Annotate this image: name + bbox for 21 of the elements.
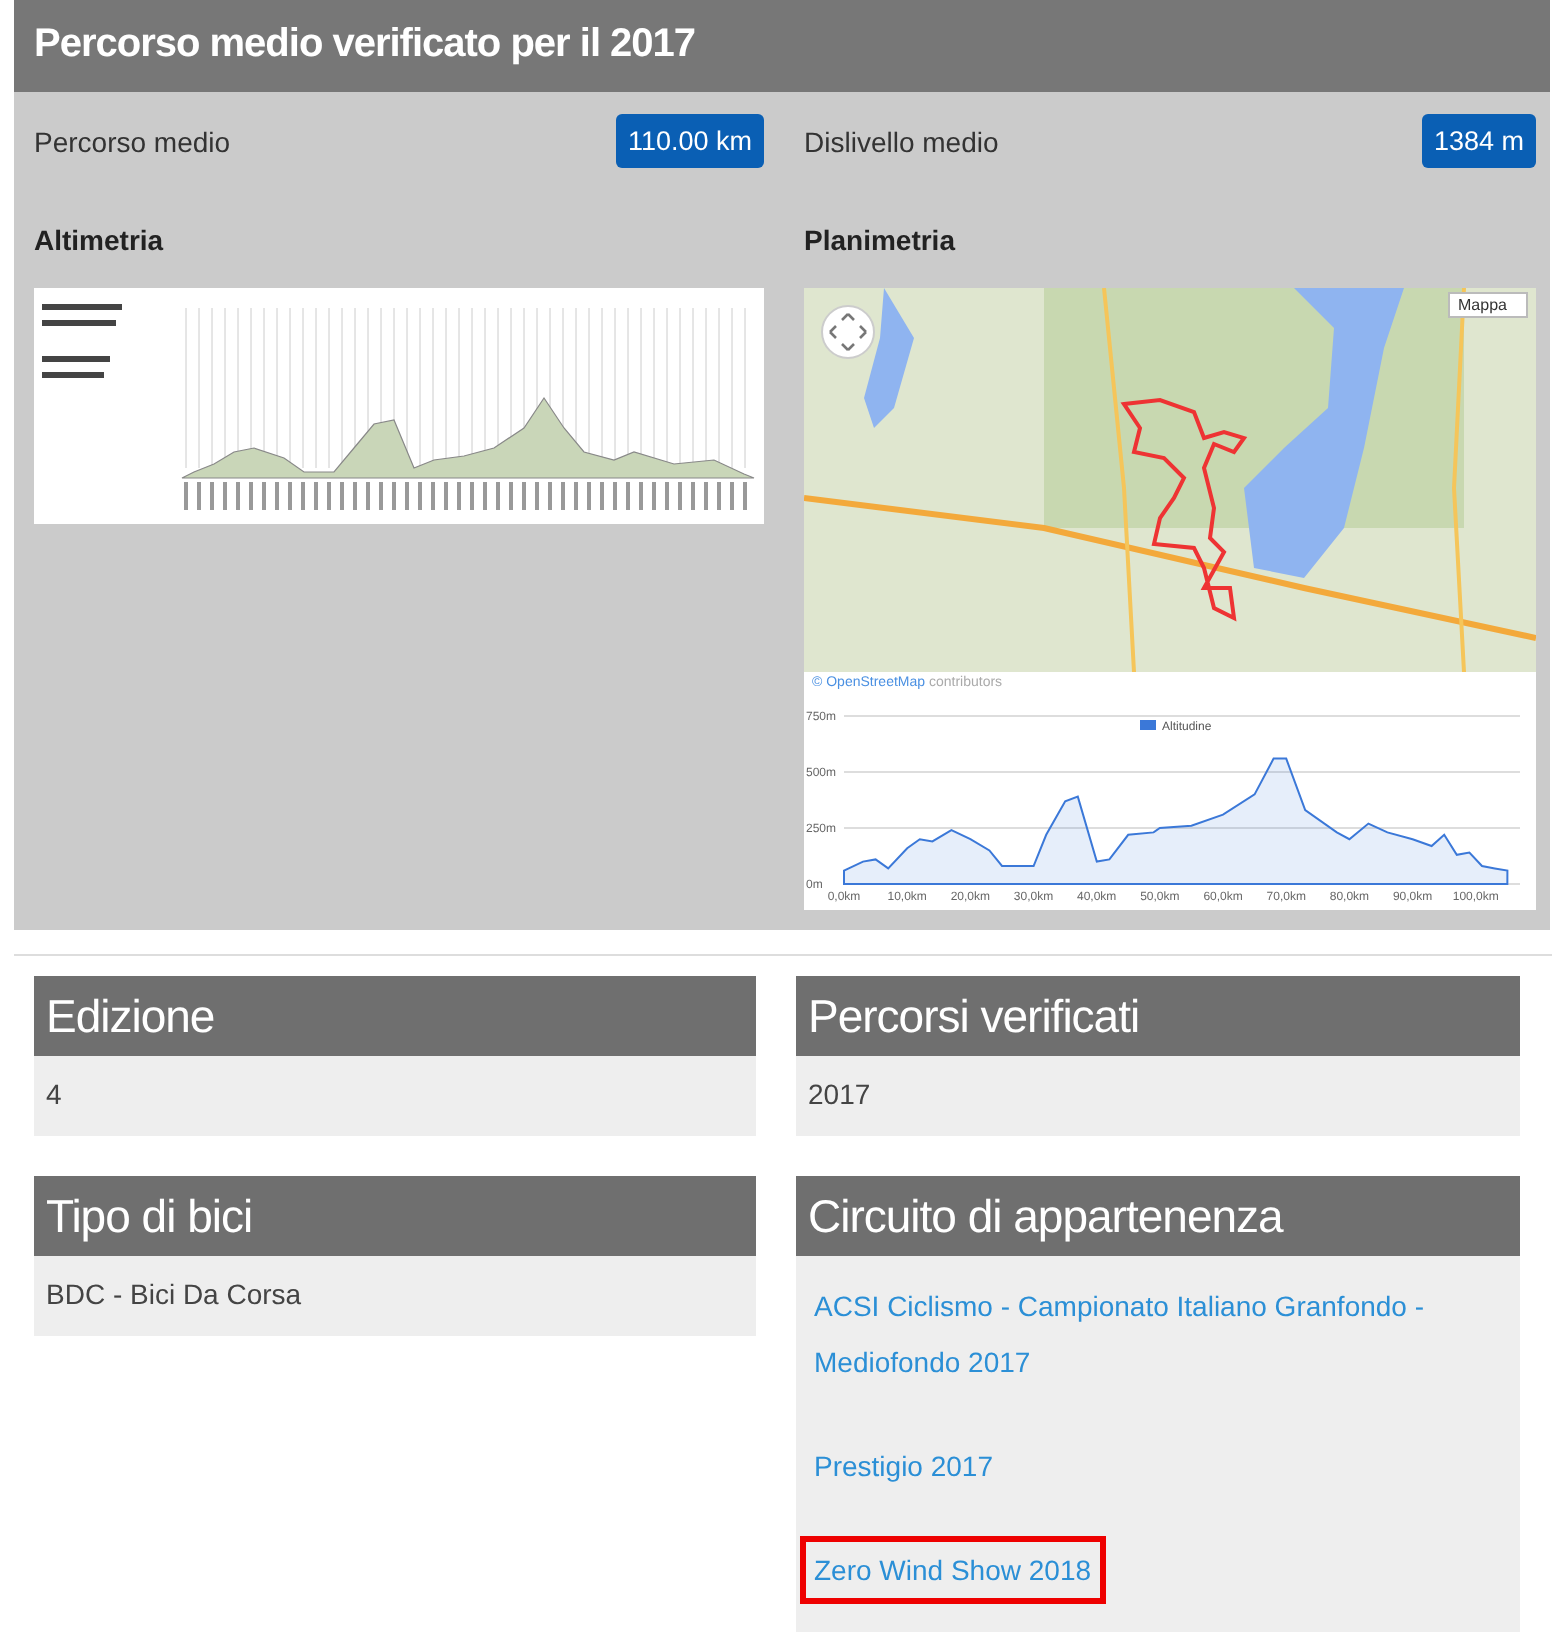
section-heading: Planimetria	[804, 224, 958, 256]
stat-label: Dislivello medio	[804, 125, 999, 157]
card-title: Percorsi verificati	[796, 976, 1520, 1056]
circuit-link[interactable]: Prestigio 2017	[814, 1438, 994, 1494]
lake-shape	[864, 288, 914, 428]
card-title: Circuito di appartenenza	[796, 1176, 1520, 1256]
stat-label: Percorso medio	[34, 125, 231, 157]
card-text: 2017	[808, 1076, 873, 1114]
circuit-link[interactable]: Zero Wind Show 2018	[814, 1542, 1092, 1598]
map-type-select[interactable]: Mappa	[1448, 292, 1528, 318]
stat-badge: 110.00 km	[615, 114, 764, 168]
card-text: BDC - Bici Da Corsa	[46, 1276, 304, 1314]
section-title: Percorso medio verificato per il 2017	[14, 0, 1550, 92]
pan-control-icon[interactable]	[820, 304, 876, 360]
card-text: 4	[46, 1076, 64, 1114]
section-heading: Altimetria	[34, 224, 166, 256]
circuit-link[interactable]: ACSI Ciclismo - Campionato Italiano Granfondo - Mediofondo 2017	[814, 1278, 1474, 1390]
card-title: Tipo di bici	[34, 1176, 756, 1256]
map-placeholder[interactable]: Mappa	[804, 288, 1536, 672]
stat-badge: 1384 m	[1421, 114, 1536, 168]
card-title: Edizione	[34, 976, 756, 1056]
